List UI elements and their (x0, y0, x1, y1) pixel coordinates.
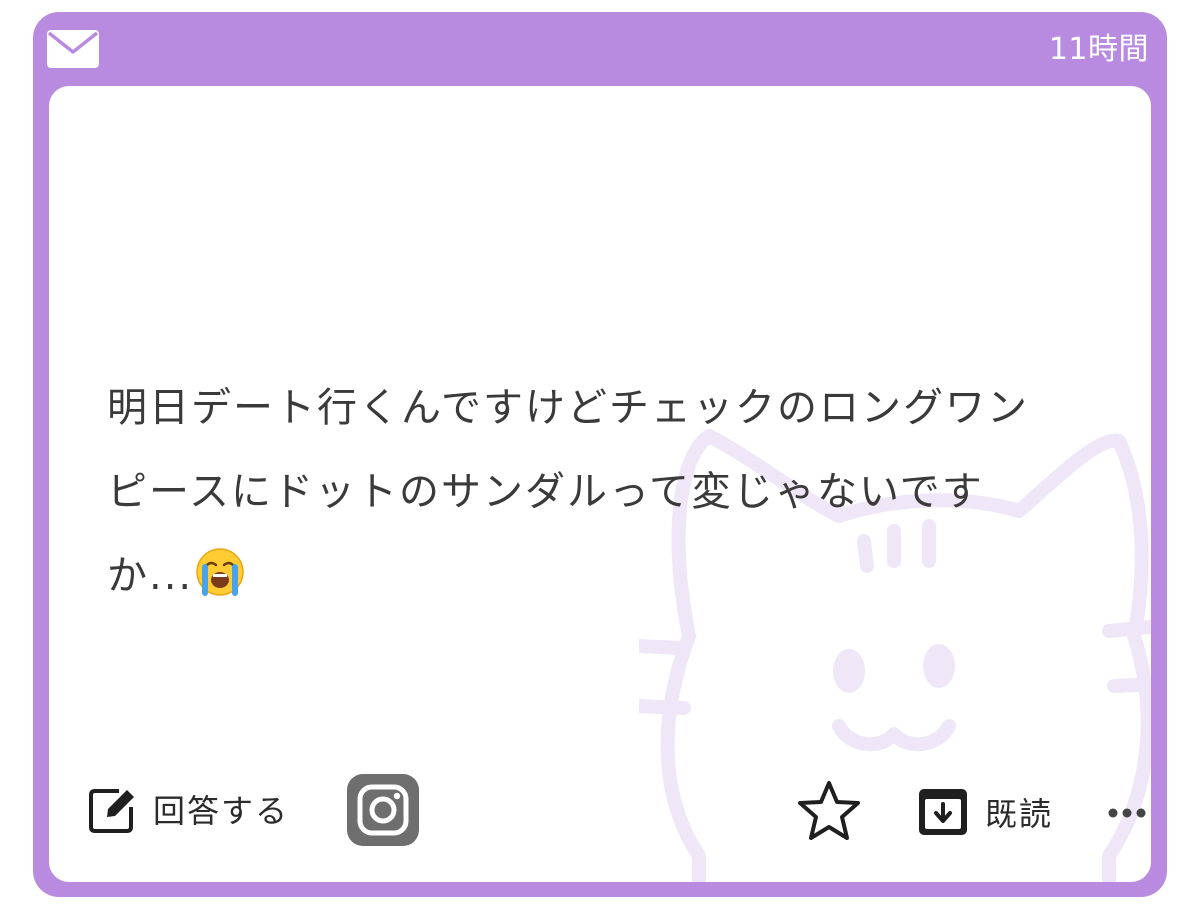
message-body: 明日デート行くんですけどチェックのロングワン ピースにドットのサンダルって変じゃ… (49, 86, 1151, 882)
elapsed-time: 11時間 (1048, 32, 1149, 67)
archive-icon (919, 789, 967, 835)
star-icon[interactable] (797, 779, 861, 843)
question-line: ピースにドットのサンダルって変じゃないです (107, 469, 984, 515)
mark-read-button[interactable]: 既読 (917, 784, 1053, 840)
question-line: 明日デート行くんですけどチェックのロングワン (107, 385, 1029, 431)
instagram-icon[interactable] (347, 774, 419, 846)
answer-label: 回答する (153, 792, 290, 830)
question-line: か... (107, 553, 194, 599)
answer-button[interactable]: 回答する (89, 779, 289, 839)
mail-icon (47, 30, 99, 68)
loudly-crying-face-emoji (196, 548, 244, 596)
message-card: 11時間 明日デート行くんですけどチェックのロングワン ピースにドットのサンダル… (33, 12, 1167, 897)
question-text: 明日デート行くんですけどチェックのロングワン ピースにドットのサンダルって変じゃ… (107, 366, 1087, 618)
edit-icon (89, 789, 134, 833)
mark-read-label: 既読 (985, 795, 1054, 833)
more-icon[interactable] (1107, 806, 1147, 820)
